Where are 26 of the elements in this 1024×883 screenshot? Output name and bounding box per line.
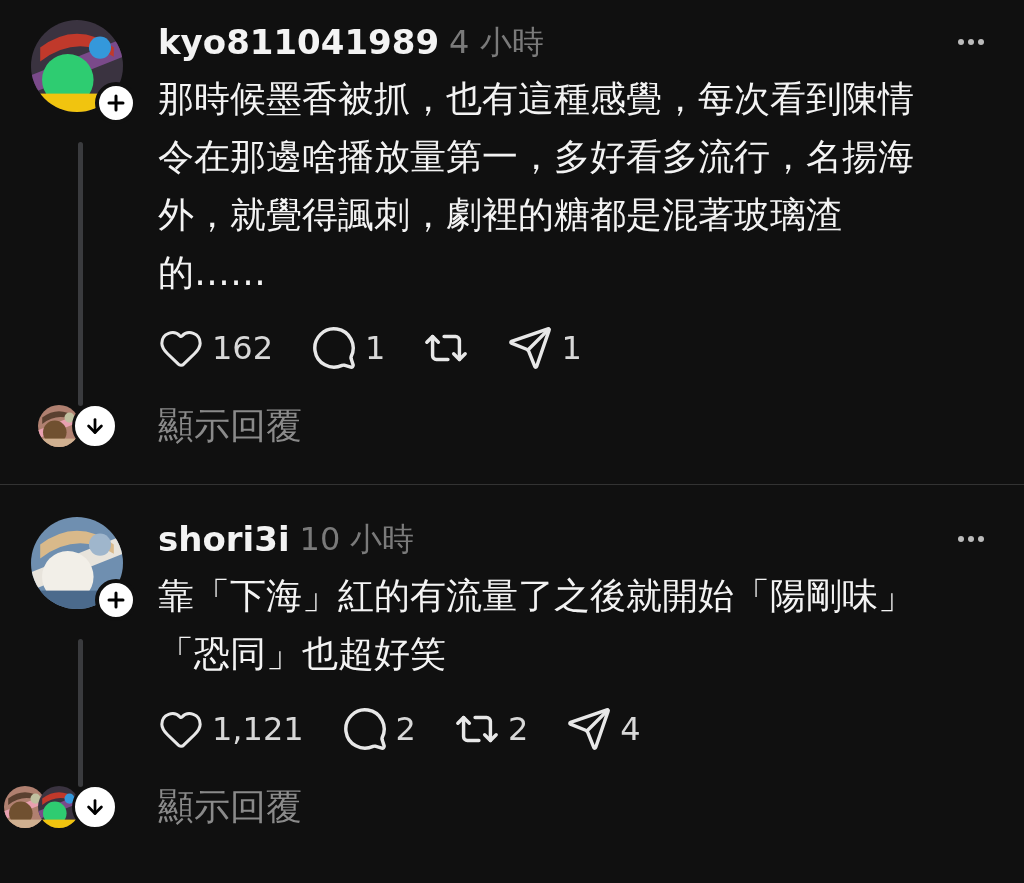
send-icon[interactable] bbox=[507, 325, 554, 371]
more-icon[interactable] bbox=[958, 536, 984, 542]
send-icon[interactable] bbox=[566, 706, 613, 752]
post-text: 靠「下海」紅的有流量了之後就開始「陽剛味」 bbox=[158, 574, 915, 618]
post-text: 那時候墨香被抓，也有這種感覺，每次看到陳情 bbox=[158, 77, 915, 121]
comment-icon[interactable] bbox=[311, 325, 358, 371]
action-count: 162 bbox=[212, 328, 274, 369]
arrow-down-icon bbox=[84, 415, 106, 437]
post-text: 的…… bbox=[158, 251, 267, 295]
action-count: 2 bbox=[507, 709, 529, 750]
action-count: 1 bbox=[365, 328, 386, 369]
comment-icon[interactable] bbox=[341, 706, 388, 752]
action-count: 2 bbox=[395, 709, 416, 750]
post-time: 10 小時 bbox=[299, 523, 415, 555]
post-text: 令在那邊啥播放量第一，多好看多流行，名揚海 bbox=[158, 135, 915, 179]
action-count: 4 bbox=[620, 709, 641, 750]
username[interactable]: shori3i bbox=[158, 522, 290, 556]
action-count: 1,121 bbox=[212, 709, 304, 750]
post-text: 外，就覺得諷刺，劇裡的糖都是混著玻璃渣 bbox=[158, 193, 843, 237]
show-replies-link[interactable]: 顯示回覆 bbox=[158, 399, 302, 453]
username[interactable]: kyo811041989 bbox=[158, 25, 440, 59]
action-count: 1 bbox=[561, 328, 582, 369]
more-icon[interactable] bbox=[958, 39, 984, 45]
post-time: 4 小時 bbox=[449, 26, 544, 58]
show-replies-link[interactable]: 顯示回覆 bbox=[158, 780, 302, 834]
post-text: 「恐同」也超好笑 bbox=[158, 632, 447, 676]
